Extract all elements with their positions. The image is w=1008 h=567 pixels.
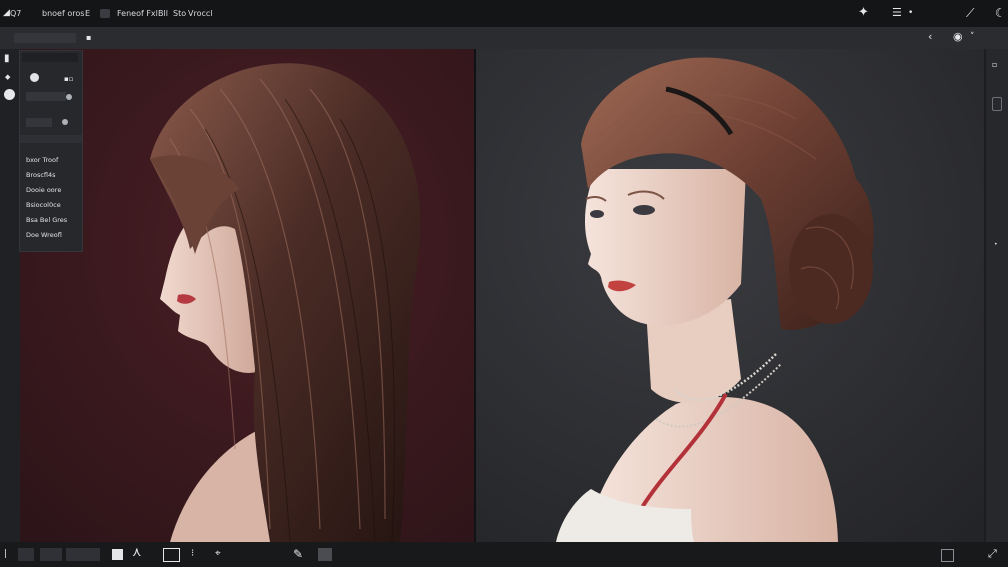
panel-row-4[interactable]: Bsiocol0ce	[26, 201, 61, 209]
adjustments-panel: ▪▫ bxor Troof Broscfl4s Dooie oore Bsioc…	[19, 50, 83, 252]
panel-row-6[interactable]: Doe Wreofl	[26, 231, 62, 239]
frame-icon[interactable]	[163, 548, 180, 562]
wand-icon[interactable]: ⟋	[966, 7, 974, 19]
canvas-left[interactable]	[20, 49, 474, 542]
back-icon[interactable]: ‹	[928, 31, 932, 43]
chevron-down-icon[interactable]: ˅	[970, 31, 975, 43]
menu-item-1[interactable]: bnoef oros	[42, 9, 84, 19]
panel-knob-icon[interactable]	[66, 94, 72, 100]
dot-icon[interactable]: •	[908, 7, 913, 19]
panel-toggle-icon[interactable]	[941, 549, 954, 562]
panel-option-icon[interactable]: ▪▫	[64, 73, 74, 85]
move-tool-icon[interactable]: ▮	[4, 53, 10, 65]
canvas-right[interactable]	[476, 49, 984, 542]
menu-item-6[interactable]: Vroccl	[188, 9, 213, 19]
list-icon[interactable]: ☰	[892, 7, 902, 19]
panel-row-1[interactable]: bxor Troof	[26, 156, 58, 164]
menu-item-2[interactable]: E	[85, 9, 90, 19]
scroll-thumb[interactable]	[992, 97, 1002, 111]
panel-row-5[interactable]: Bsa Bel Gres	[26, 216, 67, 224]
dropdown-icon[interactable]: ▪	[86, 32, 91, 44]
layers-icon[interactable]	[318, 548, 332, 561]
menu-item-5[interactable]: Sto	[173, 9, 186, 19]
portrait-right-image	[476, 49, 984, 542]
expand-icon[interactable]: ⤢	[988, 548, 997, 560]
tool-rail: ▮ ◆	[0, 49, 20, 542]
grid-icon[interactable]	[40, 548, 62, 561]
select-tool-icon[interactable]: ◆	[5, 71, 10, 83]
pin-icon[interactable]: ⌖	[215, 548, 221, 560]
panel-field[interactable]	[26, 92, 66, 101]
brush-icon[interactable]: ✦	[858, 6, 869, 19]
menu-item-4[interactable]: Bll	[158, 9, 168, 19]
menu-item-3[interactable]: Feneof Fxl	[117, 9, 158, 19]
color-swatch[interactable]	[112, 549, 123, 560]
portrait-left-image	[20, 49, 474, 542]
crop-icon[interactable]	[18, 548, 34, 561]
panel-section-header	[20, 135, 82, 143]
lasso-icon[interactable]: ⋏	[132, 546, 142, 559]
handle-icon[interactable]: |	[4, 548, 7, 560]
moon-icon[interactable]: ☾	[995, 7, 1006, 19]
pen-icon[interactable]: ✎	[293, 548, 303, 560]
panel-knob-icon[interactable]	[62, 119, 68, 125]
color-swatch-icon[interactable]	[4, 89, 15, 100]
mode-field[interactable]	[66, 548, 100, 561]
bottom-tool-bar: | ⋏ ⁝ ⌖ ✎ ⤢	[0, 542, 1008, 567]
collapse-icon[interactable]: ▫	[992, 59, 997, 71]
menu-icon-button[interactable]	[100, 9, 110, 18]
eye-icon[interactable]: ◉	[953, 31, 963, 43]
text-icon[interactable]: ⁝	[191, 548, 194, 560]
app-name: Q7	[10, 9, 22, 18]
panel-header[interactable]	[22, 53, 78, 62]
panel-row-2[interactable]: Broscfl4s	[26, 171, 56, 179]
title-bar: ◢ Q7 bnoef oros E Feneof Fxl Bll Sto Vro…	[0, 0, 1008, 27]
tool-preset-field[interactable]	[14, 33, 76, 43]
dot-icon: •	[994, 241, 998, 248]
panel-toggle-icon[interactable]	[30, 73, 39, 82]
panel-field-2[interactable]	[26, 118, 52, 127]
app-logo-icon: ◢	[3, 8, 10, 18]
right-rail: ▫ •	[986, 49, 1008, 542]
panel-row-3[interactable]: Dooie oore	[26, 186, 61, 194]
tool-options-bar: ▪ ‹ ◉ ˅	[0, 27, 1008, 49]
